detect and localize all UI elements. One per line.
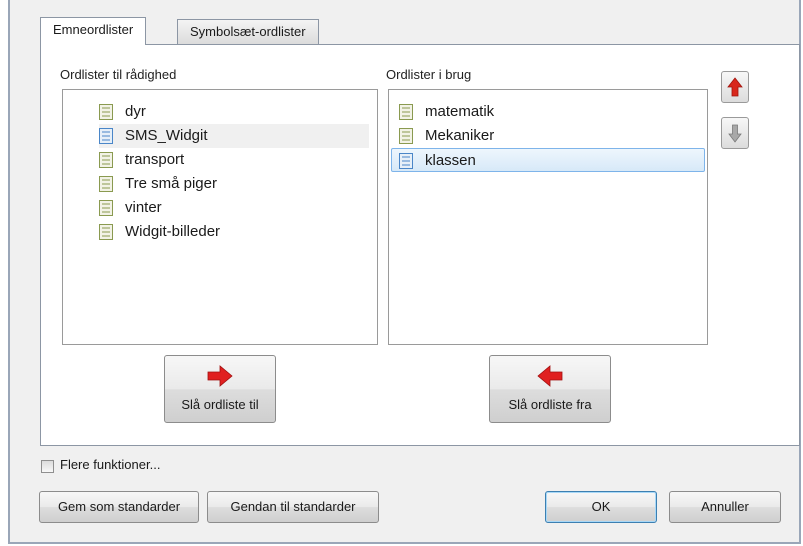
list-item[interactable]: Tre små piger <box>99 172 369 196</box>
save-defaults-label: Gem som standarder <box>57 499 181 514</box>
move-down-button[interactable] <box>721 117 749 149</box>
cancel-button[interactable]: Annuller <box>669 491 781 523</box>
list-item[interactable]: dyr <box>99 100 369 124</box>
list-item[interactable]: transport <box>99 148 369 172</box>
word-list-icon <box>99 104 113 120</box>
available-lists-listbox[interactable]: dyr SMS_Widgit transport Tre små piger v… <box>62 89 378 345</box>
word-list-icon <box>399 104 413 120</box>
tab-label: Emneordlister <box>53 22 134 37</box>
list-item-label: dyr <box>125 103 146 120</box>
list-item-label: transport <box>125 151 185 168</box>
more-functions-label: Flere funktioner... <box>60 457 161 472</box>
word-list-icon <box>99 224 113 240</box>
restore-defaults-label: Gendan til standarder <box>230 499 356 514</box>
list-item-label: Widgit-billeder <box>125 223 221 240</box>
in-use-lists-label: Ordlister i brug <box>386 67 472 82</box>
word-list-icon <box>99 128 113 144</box>
disable-list-label: Slå ordliste fra <box>508 397 592 412</box>
enable-list-label: Slå ordliste til <box>181 397 259 412</box>
up-arrow-icon <box>722 77 748 105</box>
list-item-label: klassen <box>425 152 476 169</box>
list-item[interactable]: Mekaniker <box>399 124 699 148</box>
list-item[interactable]: Widgit-billeder <box>99 220 369 244</box>
available-lists-label: Ordlister til rådighed <box>60 67 177 82</box>
ok-label: OK <box>591 499 611 514</box>
down-arrow-icon <box>722 124 748 151</box>
cancel-label: Annuller <box>701 499 749 514</box>
word-list-icon <box>99 152 113 168</box>
tab-symbolsaet-ordlister[interactable]: Symbolsæt-ordlister <box>177 19 319 44</box>
word-list-icon <box>99 176 113 192</box>
list-item[interactable]: SMS_Widgit <box>99 124 369 148</box>
list-item[interactable]: matematik <box>399 100 699 124</box>
list-item-label: Tre små piger <box>125 175 217 192</box>
list-item-label: vinter <box>125 199 162 216</box>
tab-label: Symbolsæt-ordlister <box>190 24 306 39</box>
disable-list-button[interactable]: Slå ordliste fra <box>489 355 611 423</box>
list-item-label: SMS_Widgit <box>125 127 208 144</box>
save-defaults-button[interactable]: Gem som standarder <box>39 491 199 523</box>
word-list-icon <box>399 128 413 144</box>
tab-emneordlister[interactable]: Emneordlister <box>40 17 147 45</box>
left-arrow-icon <box>536 364 564 391</box>
ok-button[interactable]: OK <box>545 491 657 523</box>
right-arrow-icon <box>206 364 234 391</box>
word-list-icon <box>399 153 413 169</box>
list-item-selected[interactable]: klassen <box>391 148 705 172</box>
word-list-dialog: Emneordlister Symbolsæt-ordlister Ordlis… <box>8 0 801 544</box>
restore-defaults-button[interactable]: Gendan til standarder <box>207 491 379 523</box>
move-up-button[interactable] <box>721 71 749 103</box>
list-item-label: Mekaniker <box>425 127 495 144</box>
word-list-icon <box>99 200 113 216</box>
list-item[interactable]: vinter <box>99 196 369 220</box>
more-functions-checkbox[interactable] <box>41 460 54 473</box>
list-item-label: matematik <box>425 103 495 120</box>
in-use-lists-listbox[interactable]: matematik Mekaniker klassen <box>388 89 708 345</box>
enable-list-button[interactable]: Slå ordliste til <box>164 355 276 423</box>
tab-panel: Ordlister til rådighed dyr SMS_Widgit tr… <box>40 44 800 446</box>
